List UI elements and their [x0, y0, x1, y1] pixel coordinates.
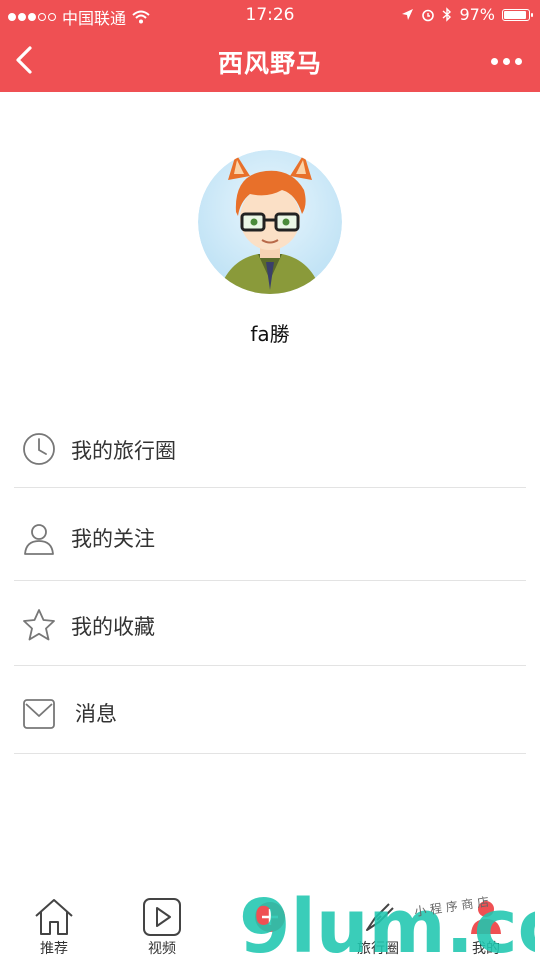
- menu-label-favorites: 我的收藏: [71, 615, 155, 639]
- home-icon: [35, 899, 73, 935]
- tab-label-video: 视频: [148, 941, 176, 957]
- user-icon: [24, 524, 54, 555]
- menu-item-messages[interactable]: 消息: [14, 666, 526, 754]
- play-icon: [143, 898, 181, 936]
- status-right: 97%: [401, 5, 533, 24]
- menu-label-following: 我的关注: [71, 527, 155, 551]
- menu-item-favorites[interactable]: 我的收藏: [14, 581, 526, 666]
- alarm-icon: [422, 9, 435, 21]
- profile-screen: { "status_bar": { "carrier": "中国联通", "ti…: [0, 0, 540, 960]
- more-dots-icon: [490, 57, 498, 65]
- menu-item-travel-circle[interactable]: 我的旅行圈: [14, 405, 526, 488]
- menu-label-travel-circle: 我的旅行圈: [71, 439, 176, 463]
- tab-recommend[interactable]: 推荐: [0, 888, 108, 960]
- menu-item-following[interactable]: 我的关注: [14, 488, 526, 581]
- star-icon: [23, 609, 55, 641]
- tab-video[interactable]: 视频: [108, 888, 216, 960]
- menu-label-messages: 消息: [75, 702, 117, 726]
- page-title: 西风野马: [217, 49, 322, 78]
- watermark-logo: 9lum.com 小 程 序 商 店: [239, 884, 535, 960]
- profile-menu: 我的旅行圈 我的关注 我的收藏 消息: [14, 405, 526, 754]
- battery-percent: 97%: [459, 5, 495, 24]
- location-arrow-icon: [402, 9, 414, 20]
- clock-icon: [23, 433, 55, 465]
- more-button[interactable]: [486, 48, 526, 74]
- username: fa勝: [250, 322, 290, 346]
- bluetooth-icon: [442, 7, 452, 22]
- avatar-image: [198, 150, 342, 294]
- watermark-main-text: 9lum.com: [239, 884, 535, 960]
- battery-fill: [504, 10, 526, 19]
- tab-label-recommend: 推荐: [40, 941, 68, 957]
- avatar[interactable]: [198, 150, 342, 294]
- status-bar: 中国联通 17:26 97%: [0, 0, 540, 30]
- mail-icon: [23, 699, 55, 729]
- nav-bar: 西风野马: [0, 30, 540, 92]
- battery-icon: [502, 8, 533, 21]
